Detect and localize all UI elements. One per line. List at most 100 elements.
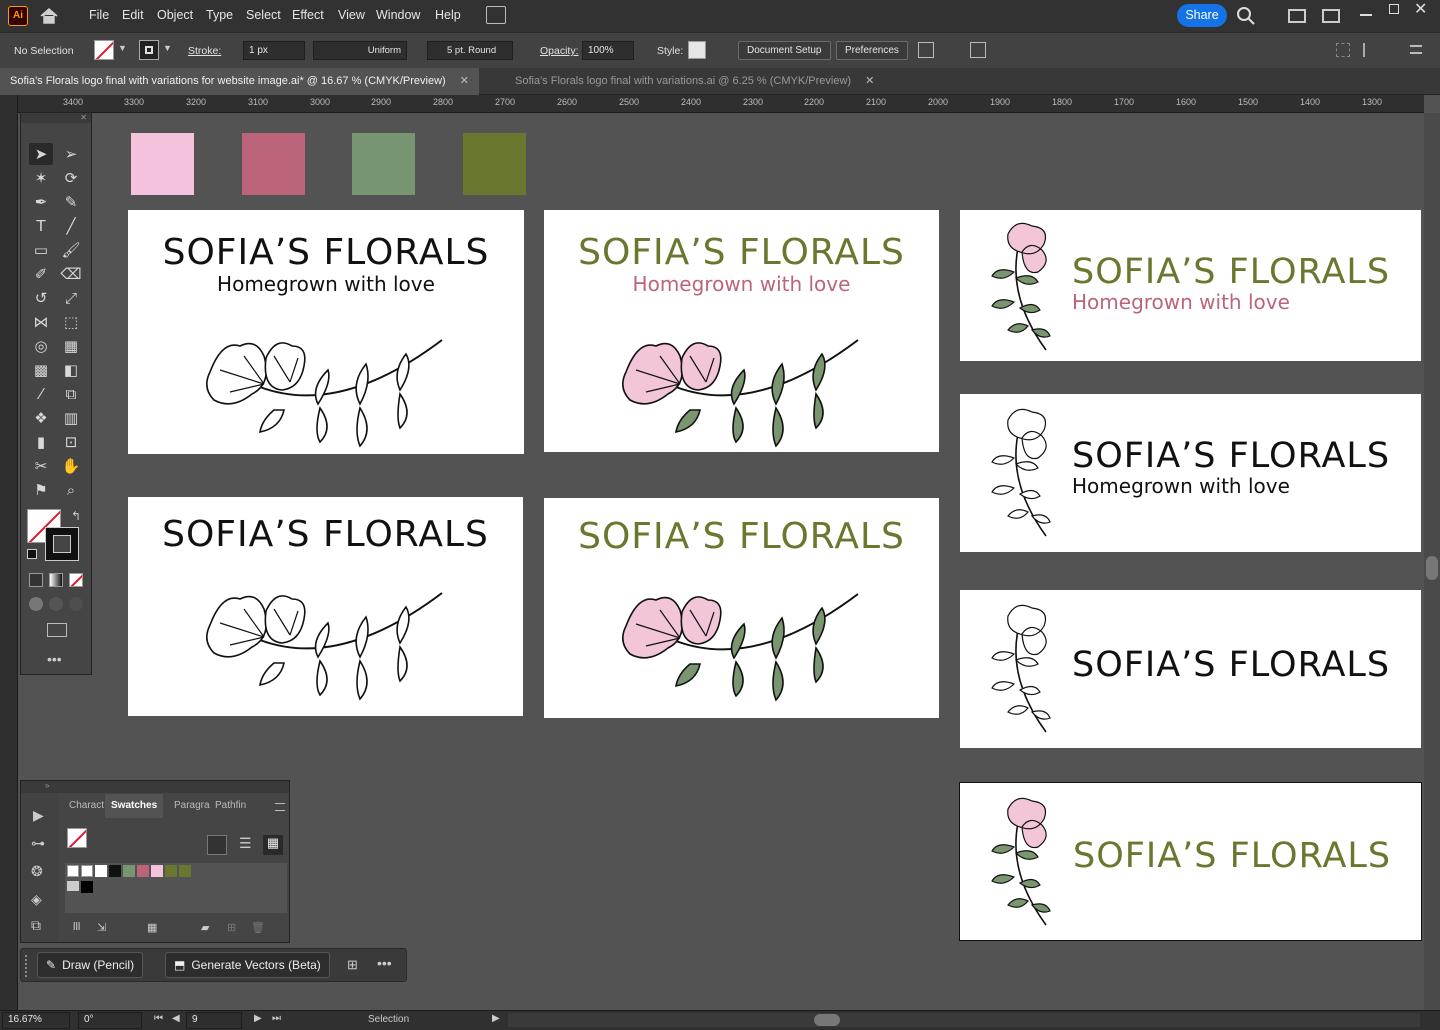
swatch-olive[interactable] (463, 133, 526, 195)
graphic-style-swatch[interactable] (688, 41, 706, 59)
tab-website-image[interactable]: Sofia's Florals logo final with variatio… (0, 68, 479, 95)
new-color-group-icon[interactable]: ▰ (201, 921, 209, 934)
tab-variations[interactable]: Sofia's Florals logo final with variatio… (505, 68, 884, 95)
menu-type[interactable]: Type (206, 8, 233, 22)
export-icon[interactable] (970, 42, 986, 58)
place-swatch-icon[interactable]: ⇲ (97, 921, 106, 934)
line-tool-icon[interactable]: ╱ (59, 215, 83, 237)
stroke-weight-input[interactable]: 1 px (243, 41, 305, 60)
swatch-black-2[interactable] (81, 881, 93, 893)
tab-pathfinder[interactable]: Pathfin (215, 800, 246, 811)
layers-icon[interactable]: ◈ (31, 891, 42, 908)
first-artboard-icon[interactable]: ⏮ (154, 1013, 163, 1024)
workspace-switcher-icon[interactable] (1288, 9, 1306, 23)
close-icon[interactable]: ✕ (1414, 0, 1427, 19)
minimize-icon[interactable] (1360, 14, 1372, 16)
blend-tool-icon[interactable]: ⧉ (59, 383, 83, 405)
swatch-folder-icon[interactable] (67, 881, 79, 891)
artboard-horizontal-color-tagline[interactable]: SOFIA’S FLORALS Homegrown with love (960, 210, 1421, 361)
more-options-icon[interactable]: ••• (377, 955, 392, 971)
tab-swatches[interactable]: Swatches (105, 794, 164, 818)
shape-builder-tool-icon[interactable]: ◎ (29, 335, 53, 357)
share-button[interactable]: Share (1177, 4, 1227, 27)
close-tab-icon[interactable]: ✕ (460, 75, 469, 87)
artboard-tool-icon[interactable]: ⊡ (59, 431, 83, 453)
scrollbar-thumb[interactable] (1426, 556, 1438, 580)
lasso-tool-icon[interactable]: ⟳ (59, 167, 83, 189)
variable-width-profile[interactable]: Uniform (313, 41, 407, 60)
new-swatch-icon[interactable]: ⊞ (227, 921, 236, 934)
free-transform-tool-icon[interactable]: ⬚ (59, 311, 83, 333)
eyedropper-tool-icon[interactable]: ⁄ (29, 383, 53, 405)
artboard-logo-color-tagline[interactable]: SOFIA’S FLORALS Homegrown with love (544, 210, 939, 452)
swatch-sage[interactable] (352, 133, 415, 195)
menu-select[interactable]: Select (246, 8, 281, 22)
arrange-documents-icon[interactable] (486, 6, 506, 24)
menu-view[interactable]: View (338, 8, 365, 22)
artboard-logo-color[interactable]: SOFIA’S FLORALS (544, 498, 939, 718)
list-view-icon[interactable]: ☰ (239, 835, 252, 852)
previous-artboard-icon[interactable]: ◀ (172, 1013, 180, 1024)
swatch-libraries-icon[interactable]: lll (73, 921, 80, 933)
zoom-tool-icon[interactable]: ⌕ (59, 479, 83, 501)
stroke-swatch[interactable] (139, 40, 159, 60)
artboard-logo-black[interactable]: SOFIA’S FLORALS (128, 497, 523, 716)
swatch-black[interactable] (109, 865, 121, 877)
add-to-library-icon[interactable]: ⊞ (347, 957, 358, 973)
menu-help[interactable]: Help (435, 8, 461, 22)
opacity-input[interactable]: 100% (582, 41, 634, 60)
swatch-fill-stroke[interactable] (67, 828, 87, 848)
swatch-white[interactable] (95, 865, 107, 877)
status-menu-icon[interactable]: ▶ (492, 1013, 500, 1024)
artboard-horizontal-black-tagline[interactable]: SOFIA’S FLORALS Homegrown with love (960, 394, 1421, 552)
swatch-pink[interactable] (131, 133, 194, 195)
panel-layout-icon[interactable] (1322, 9, 1340, 23)
gradient-tool-icon[interactable]: ◧ (59, 359, 83, 381)
swatch-registration[interactable] (81, 865, 93, 877)
menu-window[interactable]: Window (376, 8, 420, 22)
tab-paragraph[interactable]: Paragra (174, 800, 210, 811)
tab-character[interactable]: Charact (69, 800, 104, 811)
align-icon[interactable] (918, 42, 934, 58)
curvature-tool-icon[interactable]: ✎ (59, 191, 83, 213)
panel-header[interactable]: » (21, 781, 289, 793)
draw-normal-icon[interactable] (29, 597, 43, 611)
maximize-icon[interactable] (1389, 4, 1399, 14)
swatch-rose[interactable] (242, 133, 305, 195)
preferences-button[interactable]: Preferences (836, 41, 908, 60)
color-mode-icon[interactable] (29, 573, 43, 587)
more-tools-icon[interactable]: ••• (47, 651, 62, 667)
eraser-tool-icon[interactable]: ⌫ (59, 263, 83, 285)
column-graph-tool-icon[interactable]: ▥ (59, 407, 83, 429)
menu-object[interactable]: Object (157, 8, 193, 22)
last-artboard-icon[interactable]: ⏭ (272, 1013, 281, 1024)
menu-effect[interactable]: Effect (292, 8, 324, 22)
close-tab-icon[interactable]: ✕ (865, 75, 874, 87)
brush-definition[interactable]: 5 pt. Round (427, 41, 513, 60)
draw-pencil-button[interactable]: ✎ Draw (Pencil) (37, 952, 144, 978)
show-kinds-icon[interactable] (207, 835, 227, 855)
artboard-horizontal-black[interactable]: SOFIA’S FLORALS (960, 590, 1421, 748)
task-bar-grip[interactable] (25, 955, 28, 977)
current-tool-label[interactable]: Selection (368, 1014, 409, 1025)
draw-inside-icon[interactable] (69, 597, 83, 611)
selection-tool-icon[interactable]: ➤ (29, 143, 53, 165)
draw-behind-icon[interactable] (49, 597, 63, 611)
rotation-input[interactable]: 0° (78, 1012, 142, 1029)
menu-file[interactable]: File (89, 8, 109, 22)
slice-tool-icon[interactable]: ✂ (29, 455, 53, 477)
artboard-logo-black-tagline[interactable]: SOFIA’S FLORALS Homegrown with love (128, 210, 524, 454)
generate-vectors-button[interactable]: ⬒ Generate Vectors (Beta) (165, 952, 330, 978)
swatch-options-icon[interactable]: ▦ (147, 921, 157, 934)
paintbrush-tool-icon[interactable]: 🖌 (59, 239, 83, 261)
swatch-olive[interactable] (165, 865, 177, 877)
rotate-tool-icon[interactable]: ↺ (29, 287, 53, 309)
horizontal-scrollbar[interactable] (508, 1013, 1420, 1027)
distribute-icon[interactable] (1336, 43, 1350, 57)
play-icon[interactable]: ▶ (33, 807, 44, 824)
stroke-color-box[interactable] (45, 527, 79, 561)
panel-menu-icon[interactable] (275, 803, 285, 811)
delete-swatch-icon[interactable]: 🗑 (251, 921, 265, 934)
swap-colors-icon[interactable]: ↰ (71, 509, 81, 523)
swatch-olive-alt[interactable] (179, 865, 191, 877)
